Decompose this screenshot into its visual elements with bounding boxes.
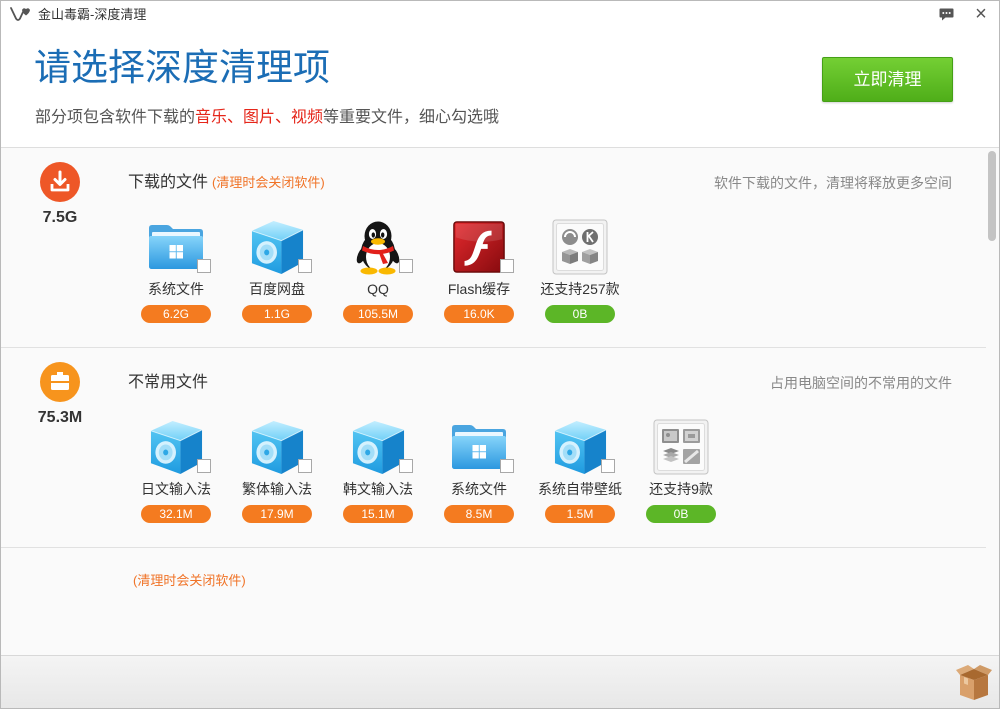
section-title-text: 下载的文件 (128, 174, 209, 191)
item-label: 系统自带壁纸 (538, 481, 622, 497)
item-checkbox[interactable] (500, 459, 514, 473)
item-checkbox[interactable] (298, 259, 312, 273)
download-arrow-icon (40, 162, 80, 202)
item-checkbox[interactable] (399, 459, 413, 473)
item-label: Flash缓存 (447, 281, 511, 297)
item-label: 还支持257款 (540, 281, 620, 297)
chat-bubble-icon[interactable] (939, 8, 954, 21)
subtitle-highlight: 音乐、图片、视频 (195, 109, 324, 126)
footer-bar (0, 655, 1000, 709)
item-label: 繁体输入法 (242, 481, 312, 497)
item-icon-wrap[interactable] (343, 218, 413, 276)
page-title: 请选择深度清理项 (34, 47, 330, 88)
item-list: 日文输入法 32.1M 繁体输入法 17.9M 韩文输入法 15.1M 系统文件… (141, 418, 716, 523)
item-label: 韩文输入法 (343, 481, 413, 497)
item-icon-wrap[interactable] (141, 218, 211, 276)
item-icon-wrap[interactable] (141, 418, 211, 476)
clean-item-flash-cache[interactable]: Flash缓存 16.0K (444, 218, 514, 323)
clean-item-system-wallpaper[interactable]: 系统自带壁纸 1.5M (538, 418, 622, 523)
briefcase-icon (40, 362, 80, 402)
blue-cube-disc-icon (351, 419, 406, 476)
section-description: 软件下载的文件，清理将释放更多空间 (714, 175, 952, 191)
item-label: 还支持9款 (649, 481, 713, 497)
section-title-text: 不常用文件 (128, 374, 209, 391)
item-checkbox[interactable] (601, 459, 615, 473)
section-downloaded-files: 7.5G 下载的文件 (清理时会关闭软件) 软件下载的文件，清理将释放更多空间 系… (0, 148, 986, 348)
item-label: 系统文件 (148, 281, 204, 297)
item-size-badge: 16.0K (444, 305, 514, 323)
section-description: 占用电脑空间的不常用的文件 (770, 375, 952, 391)
deep-clean-window: 金山毒霸-深度清理 × 请选择深度清理项 部分项包含软件下载的音乐、图片、视频等… (0, 0, 1000, 709)
item-size-badge: 8.5M (444, 505, 514, 523)
item-icon-wrap[interactable] (444, 218, 514, 276)
item-size-badge: 0B (646, 505, 716, 523)
item-size-badge: 15.1M (343, 505, 413, 523)
item-size-badge: 0B (545, 305, 615, 323)
window-title: 金山毒霸-深度清理 (38, 7, 147, 22)
section-note: (清理时会关闭软件) (212, 175, 325, 190)
item-size-badge: 1.1G (242, 305, 312, 323)
clean-item-system-files[interactable]: 系统文件 8.5M (444, 418, 514, 523)
kingsoft-logo-icon (10, 7, 30, 21)
clean-item-traditional-chinese-ime[interactable]: 繁体输入法 17.9M (242, 418, 312, 523)
clean-item-korean-ime[interactable]: 韩文输入法 15.1M (343, 418, 413, 523)
section-title: 不常用文件 (128, 372, 208, 394)
item-list: 系统文件 6.2G 百度网盘 1.1G QQ 105.5M Flash缓存 16… (141, 218, 620, 323)
blue-cube-disc-icon (250, 419, 305, 476)
item-checkbox[interactable] (197, 459, 211, 473)
header: 请选择深度清理项 部分项包含软件下载的音乐、图片、视频等重要文件，细心勾选哦 立… (0, 30, 1000, 148)
page-subtitle: 部分项包含软件下载的音乐、图片、视频等重要文件，细心勾选哦 (35, 107, 499, 129)
item-icon-wrap[interactable] (646, 418, 716, 476)
item-label: 系统文件 (451, 481, 507, 497)
item-icon-wrap[interactable] (545, 418, 615, 476)
blue-cube-disc-icon (250, 219, 305, 276)
item-checkbox[interactable] (399, 259, 413, 273)
section-total-size: 75.3M (37, 409, 83, 426)
item-icon-wrap[interactable] (545, 218, 615, 276)
item-size-badge: 105.5M (343, 305, 413, 323)
section-total-size: 7.5G (42, 209, 78, 226)
more-supported-apps-link[interactable]: 还支持257款 0B (540, 218, 620, 323)
scrollbar-thumb[interactable] (988, 151, 996, 241)
item-label: 日文输入法 (141, 481, 211, 497)
more-supported-apps-link[interactable]: 还支持9款 0B (646, 418, 716, 523)
item-size-badge: 1.5M (545, 505, 615, 523)
item-checkbox[interactable] (197, 259, 211, 273)
close-button[interactable]: × (971, 3, 991, 25)
title-bar[interactable]: 金山毒霸-深度清理 × (0, 0, 1000, 30)
item-size-badge: 6.2G (141, 305, 211, 323)
clean-now-button[interactable]: 立即清理 (822, 57, 953, 102)
item-label: QQ (367, 281, 389, 297)
section-note: (清理时会关闭软件) (133, 573, 246, 588)
subtitle-text-end: 等重要文件，细心勾选哦 (323, 109, 500, 126)
qq-penguin-icon (353, 219, 403, 275)
item-icon-wrap[interactable] (242, 218, 312, 276)
section-partial: (清理时会关闭软件) (0, 548, 986, 655)
blue-cube-disc-icon (553, 419, 608, 476)
item-size-badge: 17.9M (242, 505, 312, 523)
more-apps-box-icon (653, 419, 709, 475)
section-title: 下载的文件 (清理时会关闭软件) (128, 172, 325, 194)
item-icon-wrap[interactable] (242, 418, 312, 476)
item-checkbox[interactable] (500, 259, 514, 273)
clean-item-baidu-netdisk[interactable]: 百度网盘 1.1G (242, 218, 312, 323)
clean-item-qq[interactable]: QQ 105.5M (343, 218, 413, 323)
flash-icon (452, 220, 506, 274)
item-icon-wrap[interactable] (444, 418, 514, 476)
clean-item-japanese-ime[interactable]: 日文输入法 32.1M (141, 418, 211, 523)
clean-item-system-files[interactable]: 系统文件 6.2G (141, 218, 211, 323)
item-checkbox[interactable] (298, 459, 312, 473)
cardboard-box-icon[interactable] (956, 663, 992, 701)
item-icon-wrap[interactable] (343, 418, 413, 476)
item-label: 百度网盘 (249, 281, 305, 297)
blue-cube-disc-icon (149, 419, 204, 476)
clean-list[interactable]: 7.5G 下载的文件 (清理时会关闭软件) 软件下载的文件，清理将释放更多空间 系… (0, 148, 1000, 655)
more-apps-box-icon (552, 219, 608, 275)
item-size-badge: 32.1M (141, 505, 211, 523)
section-unused-files: 75.3M 不常用文件 占用电脑空间的不常用的文件 日文输入法 32.1M 繁体… (0, 348, 986, 548)
subtitle-text: 部分项包含软件下载的 (35, 109, 196, 126)
